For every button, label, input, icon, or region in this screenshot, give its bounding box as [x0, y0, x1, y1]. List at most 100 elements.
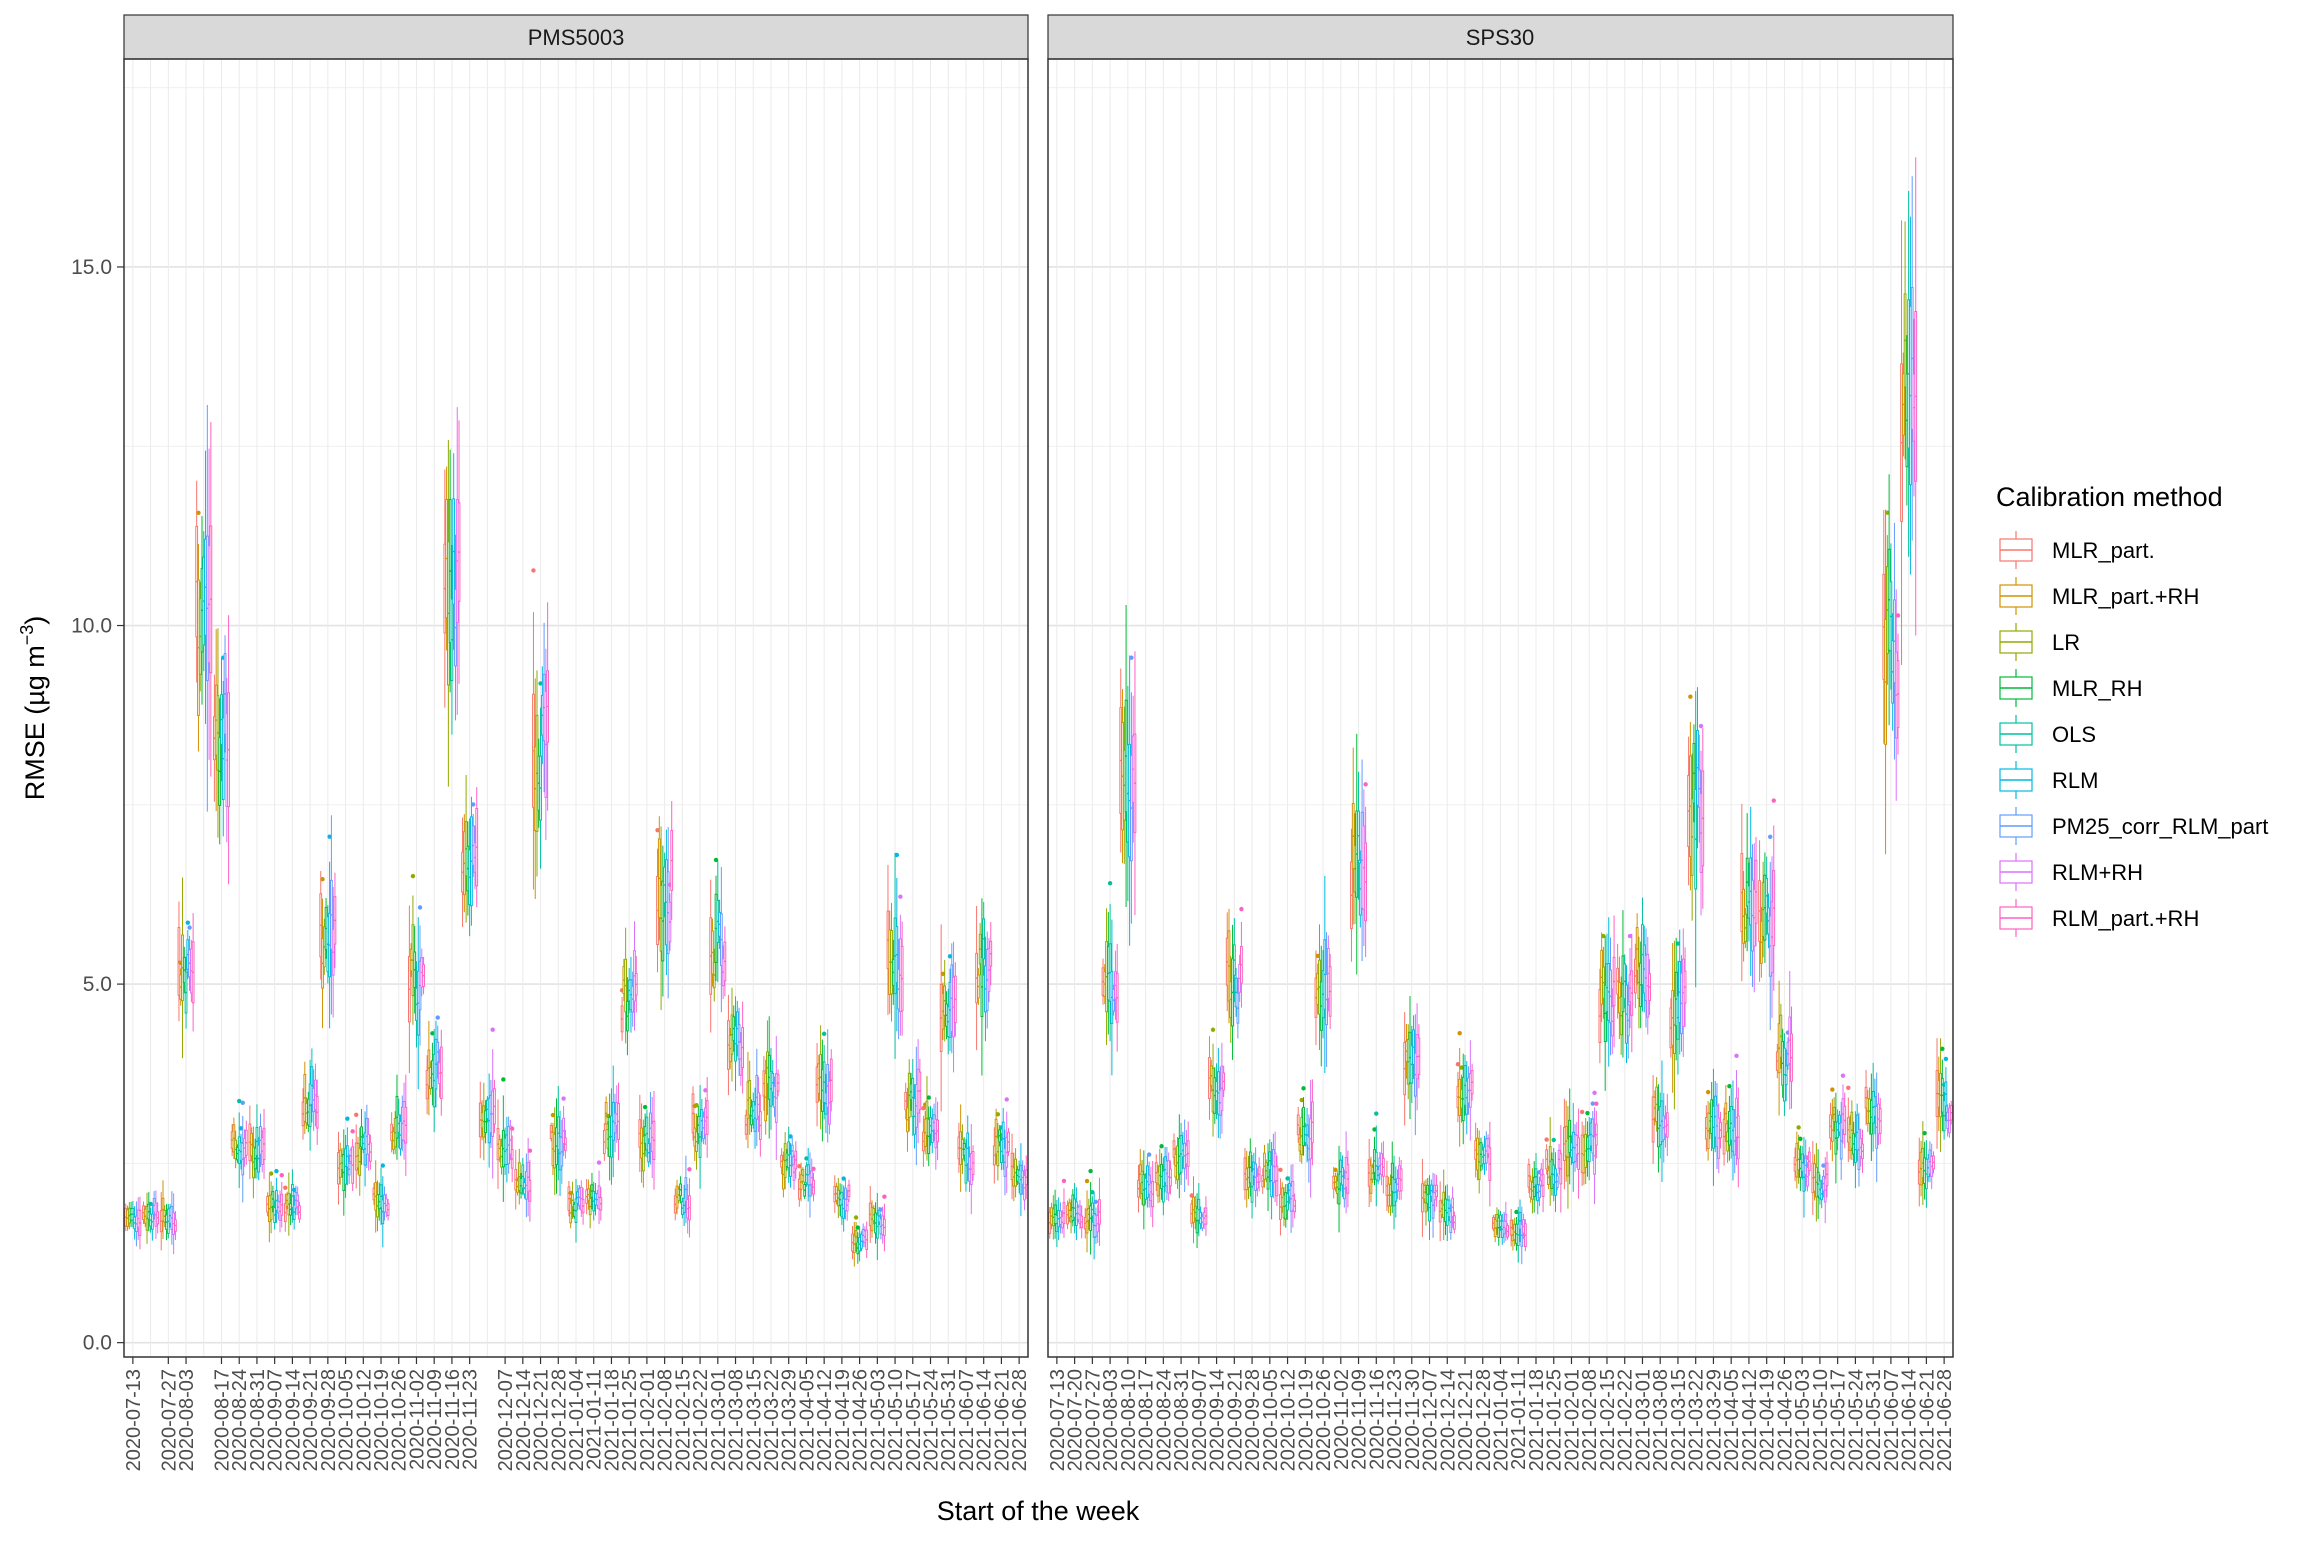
legend-label: MLR_part.+RH: [2052, 584, 2199, 609]
chart-root: PMS5003 SPS30 0.0 5.0 10.0 15.0 RMSE (µg m−…: [0, 0, 2304, 1536]
legend-label: LR: [2052, 630, 2080, 655]
outlier-point: [527, 1148, 533, 1153]
outlier-point: [1061, 1178, 1067, 1184]
outlier-point: [1004, 1097, 1009, 1102]
y-tick-label: 15.0: [71, 256, 112, 279]
outlier-point: [561, 1096, 566, 1101]
outlier-point: [1457, 1030, 1462, 1036]
outlier-point: [1734, 1053, 1739, 1058]
outlier-point: [1922, 1130, 1927, 1136]
outlier-point: [1146, 1152, 1152, 1157]
outlier-point: [345, 1116, 350, 1121]
legend-key: [1996, 576, 2036, 616]
legend-label: PM25_corr_RLM_part: [2052, 814, 2268, 839]
facet-title-pms5003: PMS5003: [528, 25, 625, 50]
outlier-point: [1798, 1136, 1803, 1141]
outlier-point: [1688, 694, 1693, 699]
outlier-point: [1727, 1083, 1732, 1089]
outlier-point: [1088, 1168, 1093, 1174]
legend-key: [1996, 622, 2036, 662]
outlier-point: [1239, 906, 1244, 912]
outlier-point: [596, 1160, 602, 1165]
outlier-point: [1796, 1125, 1801, 1130]
outlier-point: [894, 852, 900, 858]
outlier-point: [1705, 1089, 1711, 1095]
legend-key: [1996, 806, 2036, 846]
facet-title-sps30: SPS30: [1466, 25, 1535, 50]
outlier-point: [1129, 655, 1134, 660]
outlier-point: [417, 905, 423, 910]
outlier-point: [1301, 1086, 1306, 1091]
outlier-point: [1768, 834, 1773, 839]
outlier-point: [501, 1077, 506, 1082]
outlier-point: [1895, 613, 1901, 618]
outlier-point: [1084, 1178, 1090, 1184]
legend-title: Calibration method: [1996, 482, 2223, 512]
outlier-point: [687, 1167, 692, 1172]
outlier-point: [995, 1112, 1001, 1117]
outlier-point: [1698, 723, 1704, 729]
outlier-point: [811, 1166, 816, 1171]
legend-key: [1996, 530, 2036, 570]
outlier-point: [1544, 1137, 1549, 1142]
x-axis-pms5003: 2020-07-13 2020-07-272020-08-03 2020-08-17…: [123, 1357, 1031, 1471]
outlier-point: [853, 1215, 859, 1220]
outlier-point: [1830, 1087, 1835, 1092]
legend-label: RLM: [2052, 768, 2098, 793]
outlier-point: [185, 920, 191, 925]
outlier-point: [350, 1129, 355, 1134]
outlier-point: [274, 1168, 279, 1174]
outlier-point: [1363, 782, 1368, 787]
legend-key: [1996, 898, 2036, 938]
outlier-point: [1551, 1137, 1556, 1143]
legend-label: RLM_part.+RH: [2052, 906, 2199, 931]
legend-label: OLS: [2052, 722, 2096, 747]
outlier-point: [898, 894, 903, 899]
y-tick-label: 0.0: [83, 1332, 112, 1355]
outlier-point: [380, 1163, 385, 1168]
outlier-point: [1159, 1144, 1164, 1149]
outlier-point: [268, 1171, 274, 1176]
outlier-point: [240, 1100, 245, 1106]
y-tick-label: 5.0: [83, 973, 112, 996]
legend-label: MLR_RH: [2052, 676, 2142, 701]
outlier-point: [642, 1104, 648, 1110]
outlier-point: [1940, 1046, 1945, 1051]
outlier-point: [509, 1126, 515, 1131]
y-axis-title-superscript: −3: [17, 625, 37, 646]
outlier-point: [1278, 1167, 1283, 1173]
outlier-point: [531, 568, 536, 573]
outlier-point: [1840, 1073, 1846, 1078]
legend-label: MLR_part.: [2052, 538, 2155, 563]
outlier-point: [410, 873, 416, 879]
outlier-point: [1585, 1110, 1590, 1116]
outlier-point: [283, 1185, 288, 1190]
outlier-point: [490, 1027, 495, 1032]
faceted-boxplot-chart: PMS5003 SPS30 0.05.010.015.0 RMSE (µg m−…: [0, 0, 2304, 1536]
outlier-point: [1594, 1101, 1599, 1106]
y-tick-label: 10.0: [71, 615, 112, 638]
outlier-point: [435, 1015, 440, 1020]
outlier-point: [1374, 1111, 1379, 1116]
outlier-point: [882, 1194, 887, 1199]
legend-key: [1996, 668, 2036, 708]
x-tick-label: 2020-11-23: [460, 1369, 482, 1470]
outlier-point: [320, 877, 325, 882]
x-tick-label: 2021-06-28: [1009, 1369, 1031, 1471]
legend-key: [1996, 760, 2036, 800]
outlier-point: [1093, 1199, 1099, 1205]
outlier-point: [354, 1112, 359, 1117]
legend-label: RLM+RH: [2052, 860, 2143, 885]
outlier-point: [1846, 1085, 1851, 1091]
outlier-point: [1210, 1027, 1216, 1032]
outlier-point: [926, 1095, 931, 1100]
outlier-point: [1592, 1090, 1597, 1096]
outlier-point: [187, 925, 192, 930]
x-tick-label: 2020-08-03: [176, 1369, 198, 1471]
x-axis-title: Start of the week: [937, 1496, 1140, 1526]
outlier-point: [821, 1031, 827, 1037]
outlier-point: [1579, 1109, 1585, 1115]
outlier-point: [279, 1173, 284, 1178]
x-tick-label: 2021-06-28: [1934, 1369, 1956, 1471]
outlier-point: [1771, 798, 1776, 803]
